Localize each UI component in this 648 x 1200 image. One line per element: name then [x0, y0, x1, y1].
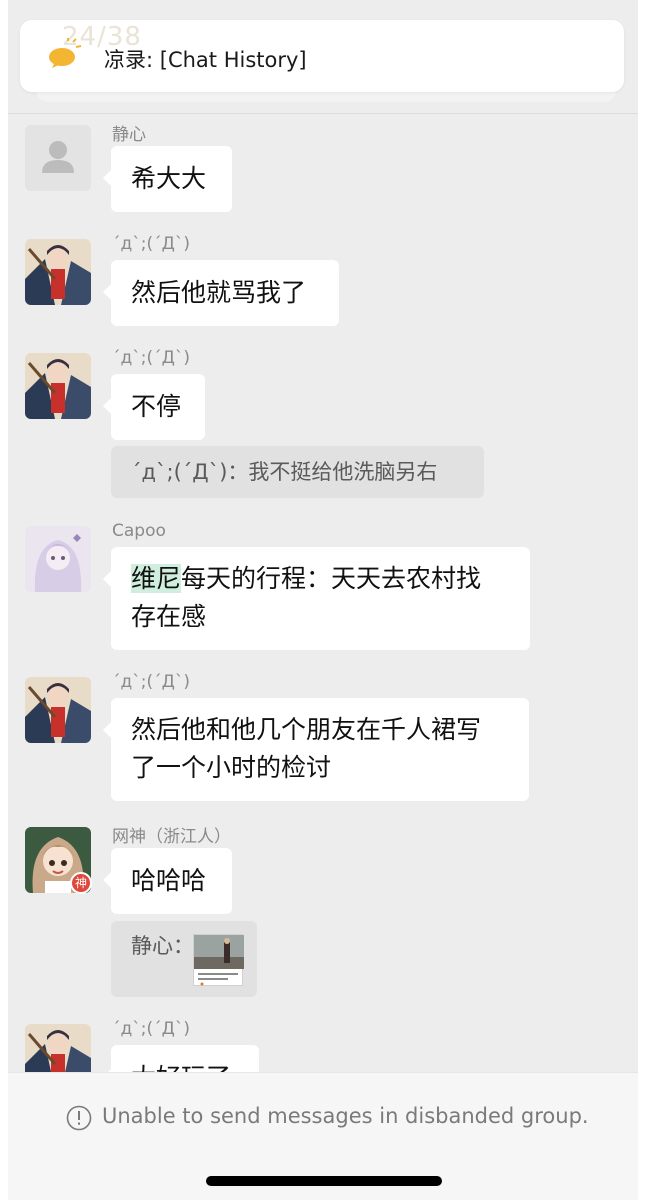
avatar-anime[interactable]: [25, 677, 91, 743]
quoted-image-message[interactable]: 静心：: [111, 921, 257, 997]
header-divider: [8, 113, 638, 114]
message-bubble[interactable]: 维尼每天的行程：天天去农村找 存在感: [103, 547, 530, 650]
disbanded-notice: Unable to send messages in disbanded gro…: [102, 1104, 589, 1128]
avatar-purple-anime[interactable]: [25, 526, 91, 592]
home-indicator[interactable]: [206, 1176, 442, 1186]
message-bubble[interactable]: 然后他就骂我了: [103, 260, 339, 326]
message-bubble[interactable]: 然后他和他几个朋友在千人裙写 了一个小时的检讨: [103, 698, 529, 801]
anime-avatar-icon: [25, 677, 91, 743]
god-badge: 神: [70, 872, 92, 894]
message-text-line: 了一个小时的检讨: [131, 753, 332, 782]
message-bubble[interactable]: 希大大: [103, 146, 232, 212]
header-title: 凉录: [Chat History]: [104, 48, 307, 72]
avatar-default[interactable]: [25, 125, 91, 191]
quoted-image-thumbnail[interactable]: [193, 934, 244, 986]
avatar-anime[interactable]: [25, 353, 91, 419]
message-bubble[interactable]: 不停: [103, 374, 205, 440]
anime-avatar-icon: [25, 353, 91, 419]
anime-avatar-icon: [25, 239, 91, 305]
sender-name: ´д`;(´Д`): [112, 1019, 191, 1039]
sender-name: 静心: [112, 125, 146, 145]
phone-screen: 24/38 凉录: [Chat History] 静心 希大大 ´д`;(´Д`…: [0, 0, 648, 1200]
info-circle-icon: [66, 1105, 92, 1131]
quoted-message[interactable]: ´д`;(´Д`)：我不挺给他洗脑另右: [111, 446, 484, 498]
chat-bubble-icon: [49, 38, 82, 68]
sender-name: 网神（浙江人）: [112, 827, 231, 847]
avatar-anime[interactable]: [25, 239, 91, 305]
sender-name: ´д`;(´Д`): [112, 348, 191, 368]
message-text-line: 每天的行程：天天去农村找: [181, 564, 482, 593]
default-user-icon: [25, 125, 91, 191]
photo-thumbnail-icon: [194, 935, 244, 986]
quote-label: 静心：: [131, 934, 194, 958]
sender-name: ´д`;(´Д`): [112, 672, 191, 692]
purple-anime-avatar-icon: [25, 526, 91, 592]
sender-name: Capoo: [112, 521, 166, 541]
message-text-line: 然后他和他几个朋友在千人裙写: [131, 715, 482, 744]
message-bubble[interactable]: 哈哈哈: [103, 848, 232, 914]
message-text-line: 存在感: [131, 602, 207, 631]
sender-name: ´д`;(´Д`): [112, 234, 191, 254]
highlighted-keyword[interactable]: 维尼: [131, 564, 182, 593]
